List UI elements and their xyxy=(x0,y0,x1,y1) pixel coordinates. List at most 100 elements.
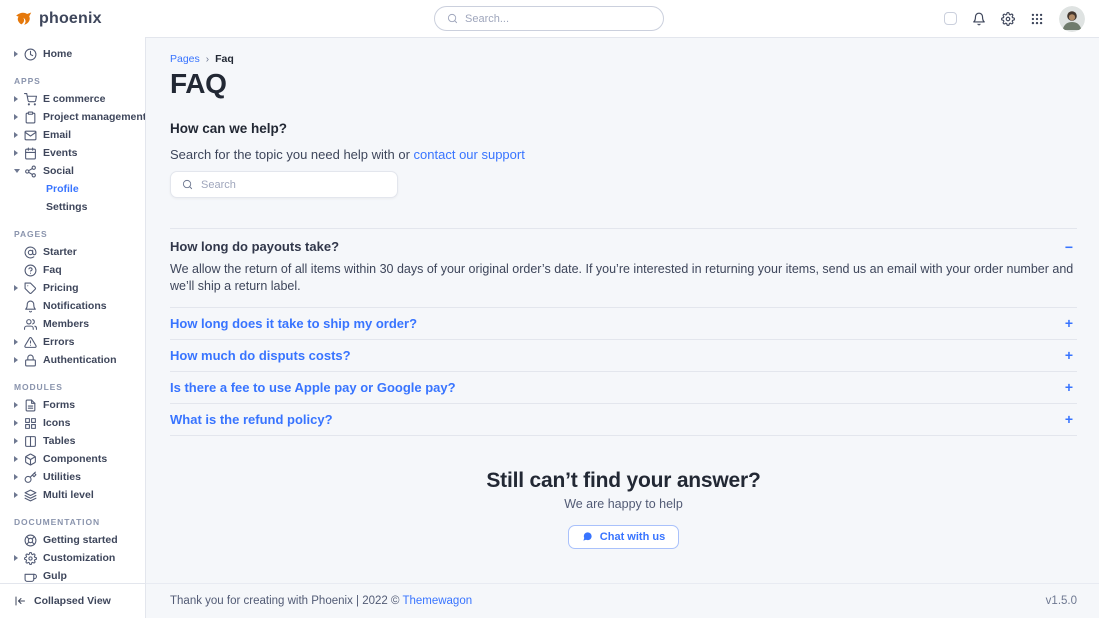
notifications-bell-icon[interactable] xyxy=(972,12,986,26)
search-icon xyxy=(182,179,193,190)
sidebar-item-faq[interactable]: Faq xyxy=(0,261,145,279)
sidebar-item-profile[interactable]: Profile xyxy=(0,180,145,198)
faq-item: What is the refund policy? + xyxy=(170,404,1077,436)
faq-question-toggle[interactable]: How long does it take to ship my order? + xyxy=(170,316,1077,331)
sidebar-item-customization[interactable]: Customization xyxy=(0,549,145,567)
table-icon xyxy=(24,435,37,448)
chat-button-label: Chat with us xyxy=(600,531,665,543)
caret-right-icon xyxy=(14,285,20,291)
breadcrumb-pages-link[interactable]: Pages xyxy=(170,53,200,65)
chat-with-us-button[interactable]: Chat with us xyxy=(568,525,679,549)
faq-accordion: How long do payouts take?−We allow the r… xyxy=(170,228,1077,436)
faq-search-input[interactable] xyxy=(201,179,386,191)
collapse-minus-icon[interactable]: − xyxy=(1065,240,1077,254)
brand-logo[interactable]: phoenix xyxy=(14,10,102,28)
grid-icon xyxy=(24,417,37,430)
sidebar-item-project-management[interactable]: Project management xyxy=(0,108,145,126)
intro-text-plain: Search for the topic you need help with … xyxy=(170,147,414,162)
faq-item: How much do disputs costs?+ xyxy=(170,340,1077,372)
sidebar-item-events[interactable]: Events xyxy=(0,144,145,162)
footer-version: v1.5.0 xyxy=(1046,595,1077,607)
settings-gear-icon[interactable] xyxy=(1001,12,1015,26)
share-icon xyxy=(24,165,37,178)
expand-plus-icon[interactable]: + xyxy=(1065,412,1077,426)
footer-credit-text: Thank you for creating with Phoenix | 20… xyxy=(170,595,402,607)
sidebar-item-pricing[interactable]: Pricing xyxy=(0,279,145,297)
sidebar-section-pages: PAGES xyxy=(14,228,131,240)
apps-grid-icon[interactable] xyxy=(1030,12,1044,26)
sidebar-item-members[interactable]: Members xyxy=(0,315,145,333)
life-buoy-icon xyxy=(24,534,37,547)
faq-content: Pages › Faq FAQ How can we help? Search … xyxy=(146,38,1099,583)
sidebar-item-label: Pricing xyxy=(43,282,79,294)
sidebar-item-getting-started[interactable]: Getting started xyxy=(0,531,145,549)
sidebar-item-home[interactable]: Home xyxy=(0,45,145,63)
phoenix-logo-icon xyxy=(14,10,33,27)
sidebar-item-errors[interactable]: Errors xyxy=(0,333,145,351)
chat-bubble-icon xyxy=(582,531,593,542)
faq-question-text: What is the refund policy? xyxy=(170,412,333,427)
user-avatar[interactable] xyxy=(1059,6,1085,32)
themewagon-link[interactable]: Themewagon xyxy=(402,595,472,607)
sidebar-item-label: Utilities xyxy=(43,471,81,483)
sidebar-item-label: Icons xyxy=(43,417,70,429)
caret-right-icon xyxy=(14,132,20,138)
theme-toggle[interactable] xyxy=(944,12,957,25)
sidebar-item-components[interactable]: Components xyxy=(0,450,145,468)
sidebar-item-multi-level[interactable]: Multi level xyxy=(0,486,145,504)
sidebar-section-documentation: DOCUMENTATION xyxy=(14,516,131,528)
sidebar: HomeAPPSE commerceProject managementEmai… xyxy=(0,37,146,618)
collapsed-view-toggle[interactable]: Collapsed View xyxy=(0,583,145,618)
caret-right-icon xyxy=(14,438,20,444)
global-search[interactable] xyxy=(434,6,664,31)
faq-search[interactable] xyxy=(170,171,398,198)
faq-question-toggle[interactable]: What is the refund policy? + xyxy=(170,412,1077,427)
sidebar-item-label: Profile xyxy=(46,183,79,195)
caret-right-icon xyxy=(14,492,20,498)
sidebar-item-settings[interactable]: Settings xyxy=(0,198,145,216)
expand-plus-icon[interactable]: + xyxy=(1065,348,1077,362)
sidebar-item-icons[interactable]: Icons xyxy=(0,414,145,432)
help-circle-icon xyxy=(24,264,37,277)
sidebar-item-tables[interactable]: Tables xyxy=(0,432,145,450)
faq-question-toggle[interactable]: Is there a fee to use Apple pay or Googl… xyxy=(170,380,1077,395)
sidebar-item-label: Gulp xyxy=(43,570,67,582)
faq-question-text: Is there a fee to use Apple pay or Googl… xyxy=(170,380,456,395)
expand-plus-icon[interactable]: + xyxy=(1065,380,1077,394)
sidebar-item-label: Project management xyxy=(43,111,145,123)
main-area: Pages › Faq FAQ How can we help? Search … xyxy=(146,37,1099,618)
sidebar-item-authentication[interactable]: Authentication xyxy=(0,351,145,369)
sidebar-item-e-commerce[interactable]: E commerce xyxy=(0,90,145,108)
mail-icon xyxy=(24,129,37,142)
sidebar-item-label: Settings xyxy=(46,201,87,213)
gear-icon xyxy=(24,552,37,565)
contact-support-link[interactable]: contact our support xyxy=(414,147,525,162)
faq-question-text: How long does it take to ship my order? xyxy=(170,316,417,331)
sidebar-item-label: Forms xyxy=(43,399,75,411)
caret-right-icon xyxy=(14,402,20,408)
tag-icon xyxy=(24,282,37,295)
page-footer: Thank you for creating with Phoenix | 20… xyxy=(146,583,1099,618)
faq-question-text: How long do payouts take? xyxy=(170,239,339,254)
faq-question-toggle[interactable]: How much do disputs costs?+ xyxy=(170,348,1077,363)
sidebar-item-forms[interactable]: Forms xyxy=(0,396,145,414)
navbar-actions xyxy=(944,6,1085,32)
breadcrumb-current: Faq xyxy=(215,53,234,65)
sidebar-item-email[interactable]: Email xyxy=(0,126,145,144)
sidebar-item-utilities[interactable]: Utilities xyxy=(0,468,145,486)
sidebar-item-label: E commerce xyxy=(43,93,105,105)
sidebar-item-starter[interactable]: Starter xyxy=(0,243,145,261)
shopping-cart-icon xyxy=(24,93,37,106)
expand-plus-icon[interactable]: + xyxy=(1065,316,1077,330)
sidebar-item-notifications[interactable]: Notifications xyxy=(0,297,145,315)
caret-right-icon xyxy=(14,357,20,363)
sidebar-item-social[interactable]: Social xyxy=(0,162,145,180)
top-navbar: phoenix xyxy=(0,0,1099,37)
faq-question-toggle[interactable]: How long do payouts take? − xyxy=(170,239,1077,254)
global-search-input[interactable] xyxy=(465,13,651,25)
file-text-icon xyxy=(24,399,37,412)
sidebar-item-label: Getting started xyxy=(43,534,118,546)
collapse-left-icon xyxy=(14,595,26,607)
sidebar-item-gulp[interactable]: Gulp xyxy=(0,567,145,583)
caret-right-icon xyxy=(14,420,20,426)
